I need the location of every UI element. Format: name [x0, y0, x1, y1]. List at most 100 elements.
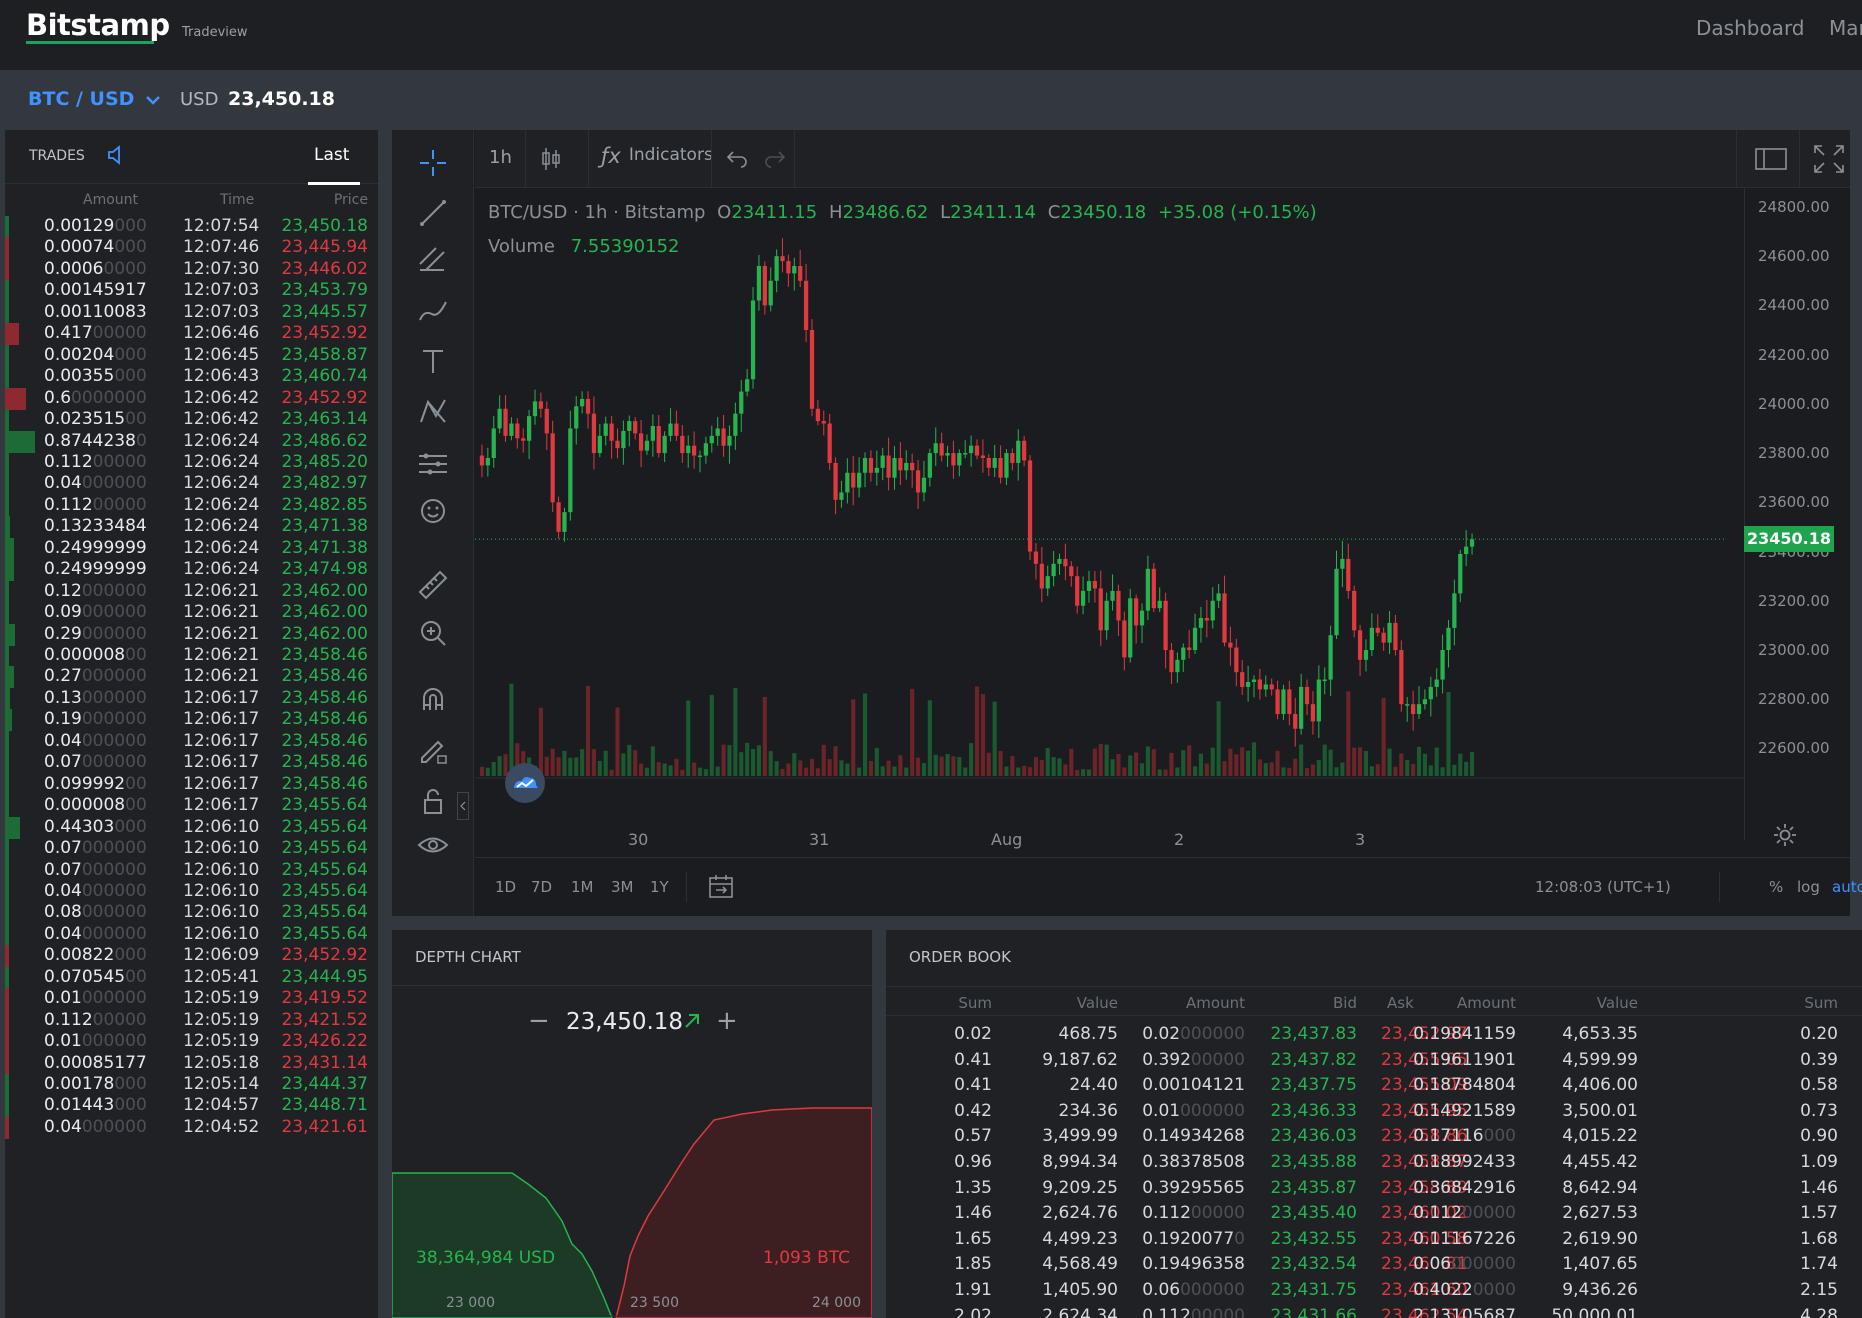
depth-plot[interactable]: [392, 986, 872, 1318]
layout-icon[interactable]: [1755, 147, 1787, 176]
pattern-icon[interactable]: [414, 392, 452, 430]
ask-amount: 0.36842916: [1413, 1178, 1516, 1198]
order-book-row[interactable]: 0.57 3,499.99 23,436.03 23,458.86 4,015.22 0.…: [886, 1124, 1862, 1150]
indicators-button[interactable]: ƒx Indicators: [601, 144, 713, 168]
ask-amount: 0.11167226: [1413, 1229, 1516, 1249]
order-book-row[interactable]: 0.42 234.36 23,436.33 23,455.95 3,500.01 0.73…: [886, 1099, 1862, 1125]
range-1y[interactable]: 1Y: [650, 878, 669, 896]
order-book-row[interactable]: 0.96 8,994.34 23,435.88 23,458.87 4,455.42 1.…: [886, 1150, 1862, 1176]
candle-body: [691, 445, 697, 456]
bitstamp-logo[interactable]: Bitstamp: [26, 8, 170, 42]
volume-bar: [650, 746, 655, 776]
price-axis-tick: 22800.00: [1758, 690, 1830, 709]
ask-value: 4,015.22: [1562, 1126, 1638, 1147]
collapse-toolbar-button[interactable]: [457, 792, 469, 820]
speaker-icon[interactable]: [105, 144, 127, 166]
range-3m[interactable]: 3M: [611, 878, 634, 896]
scale-auto[interactable]: auto: [1832, 878, 1862, 896]
range-1d[interactable]: 1D: [495, 878, 516, 896]
trade-price: 23,455.64: [281, 902, 368, 923]
trade-price: 23,463.14: [281, 409, 368, 430]
trade-amount-padding: 00: [125, 773, 147, 794]
trade-price: 23,452.92: [281, 387, 368, 408]
volume-bar: [1092, 748, 1097, 776]
candle-body: [1157, 600, 1162, 609]
brush-icon[interactable]: [414, 292, 452, 330]
order-book-row[interactable]: 1.85 4,568.49 23,432.54 23,460.81 1,407.65 1.…: [886, 1252, 1862, 1278]
undo-icon[interactable]: [725, 148, 749, 173]
candle-body: [945, 453, 950, 456]
volume-bar: [1411, 763, 1416, 776]
order-book-row[interactable]: 0.41 24.40 23,437.75 23,455.09 4,406.00 0.58 0…: [886, 1073, 1862, 1099]
candle-type-icon[interactable]: [539, 146, 563, 177]
fullscreen-icon[interactable]: [1813, 144, 1845, 179]
nav-dashboard[interactable]: Dashboard: [1696, 16, 1805, 40]
fib-tools-icon[interactable]: [414, 240, 452, 278]
candle-body: [497, 408, 502, 429]
order-book-row[interactable]: 0.41 9,187.62 23,437.82 23,455.05 4,599.99 0.…: [886, 1048, 1862, 1074]
volume-bar: [1363, 751, 1369, 776]
eye-icon[interactable]: [414, 826, 452, 864]
candle-body: [686, 445, 691, 454]
price-axis-tick: 24200.00: [1758, 345, 1830, 364]
volume-bar: [603, 750, 608, 776]
candlestick-plot[interactable]: [475, 188, 1744, 840]
zoom-in-icon[interactable]: [414, 614, 452, 652]
candle-body: [1198, 618, 1204, 628]
utc-clock[interactable]: 12:08:03 (UTC+1): [1535, 878, 1671, 896]
volume-bar: [615, 707, 620, 776]
emoji-icon[interactable]: [414, 492, 452, 530]
legend-symbol: BTC/USD · 1h · Bitstamp: [488, 202, 706, 223]
tradingview-logo-icon[interactable]: [505, 763, 545, 803]
order-book-row[interactable]: 1.91 1,405.90 23,431.75 23,461.60 9,436.26 2.…: [886, 1278, 1862, 1304]
order-book-row[interactable]: 0.02 468.75 23,437.83 23,452.97 4,653.35 0.20…: [886, 1022, 1862, 1048]
trade-amount-padding: 00: [125, 409, 147, 430]
prediction-icon[interactable]: [414, 444, 452, 482]
redo-icon[interactable]: [763, 148, 787, 173]
trade-price: 23,452.92: [281, 945, 368, 966]
zoom-out-button[interactable]: −: [528, 1006, 550, 1036]
volume-bar: [609, 769, 614, 776]
volume-bar: [921, 763, 927, 776]
lock-drawing-icon[interactable]: [414, 730, 452, 768]
crosshair-icon[interactable]: [414, 144, 452, 182]
trade-time: 12:05:19: [183, 988, 260, 1009]
trade-amount-padding: 000000: [81, 880, 147, 901]
tab-last[interactable]: Last: [314, 145, 349, 165]
order-book-row[interactable]: 1.35 9,209.25 23,435.87 23,458.89 8,642.94 1.…: [886, 1176, 1862, 1202]
lock-icon[interactable]: [414, 782, 452, 820]
nav-markets[interactable]: Mar: [1829, 16, 1862, 40]
ruler-icon[interactable]: [414, 566, 452, 604]
text-icon[interactable]: [414, 342, 452, 380]
col-bid-value: Value: [1076, 994, 1118, 1012]
candle-body: [1434, 679, 1439, 687]
order-book-row[interactable]: 1.65 4,499.23 23,432.55 23,460.58 2,619.90 1.…: [886, 1227, 1862, 1253]
candle-body: [1405, 704, 1410, 706]
volume-bar: [633, 750, 638, 776]
candle-body: [1039, 563, 1044, 589]
gear-icon[interactable]: [1772, 822, 1798, 852]
candle-body: [526, 416, 532, 441]
trend-line-icon[interactable]: [414, 194, 452, 232]
pair-selector[interactable]: BTC / USD: [28, 88, 161, 110]
trade-time: 12:06:45: [183, 344, 260, 365]
trade-amount: 0.00110083: [44, 302, 147, 322]
volume-bar: [1181, 750, 1186, 776]
candle-body: [927, 453, 932, 478]
scale-percent[interactable]: %: [1769, 878, 1783, 896]
interval-selector[interactable]: 1h: [489, 147, 512, 168]
magnet-icon[interactable]: [414, 680, 452, 718]
volume-bar: [1269, 762, 1274, 776]
goto-date-icon[interactable]: [707, 874, 735, 904]
trade-row[interactable]: 0.04000000 12:04:52 23,421.61: [5, 1115, 378, 1141]
order-book-row[interactable]: 2.02 2,624.34 23,431.66 23,462.54 50,000.01 4…: [886, 1304, 1862, 1318]
volume-bar: [1228, 748, 1233, 776]
trade-time: 12:06:46: [183, 323, 260, 344]
trade-price: 23,458.46: [281, 645, 368, 665]
order-book-row[interactable]: 1.46 2,624.76 23,435.40 23,460.02 2,627.53 1.…: [886, 1201, 1862, 1227]
range-7d[interactable]: 7D: [531, 878, 552, 896]
scale-log[interactable]: log: [1797, 878, 1820, 896]
range-1m[interactable]: 1M: [571, 878, 594, 896]
zoom-in-button[interactable]: +: [716, 1006, 738, 1036]
volume-bar: [479, 766, 485, 776]
